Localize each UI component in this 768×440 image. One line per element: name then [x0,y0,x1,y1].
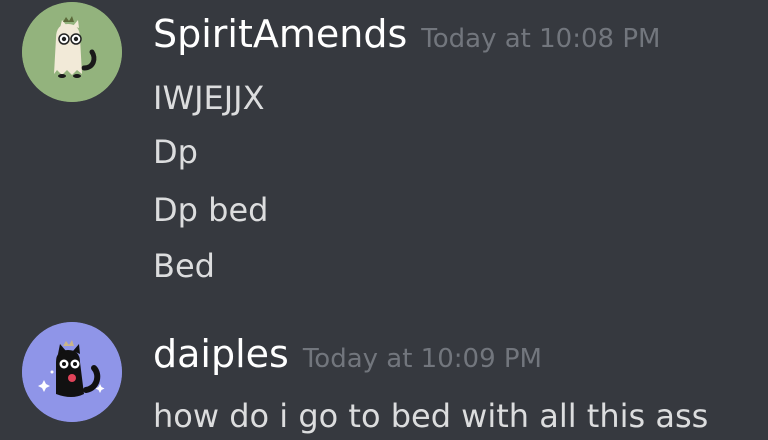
timestamp: Today at 10:08 PM [421,24,661,54]
message-text: IWJEJJX [153,79,265,117]
message-header: SpiritAmends Today at 10:08 PM [153,12,660,56]
ghost-cat-icon [22,2,122,102]
username[interactable]: daiples [153,332,289,376]
message-header: daiples Today at 10:09 PM [153,332,542,376]
message-text: Bed [153,247,215,285]
timestamp: Today at 10:09 PM [302,344,542,374]
message-text: Dp [153,133,198,171]
message-text: Dp bed [153,191,269,229]
message-text: how do i go to bed with all this ass [153,397,709,435]
avatar[interactable] [22,2,122,102]
avatar[interactable] [22,322,122,422]
chat-messages: SpiritAmends Today at 10:08 PM IWJEJJX Dp… [0,0,768,440]
username[interactable]: SpiritAmends [153,12,407,56]
black-cat-icon [22,322,122,422]
